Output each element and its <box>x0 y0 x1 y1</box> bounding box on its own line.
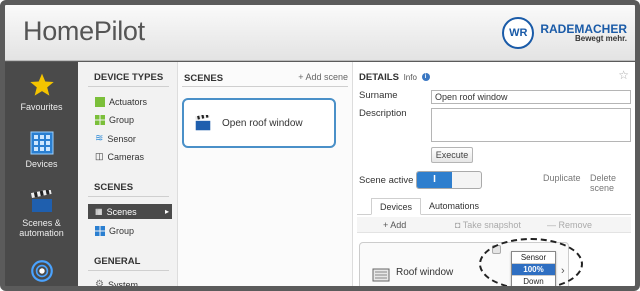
favourite-star-icon[interactable]: ☆ <box>618 68 629 82</box>
option-down[interactable]: Down <box>512 276 555 286</box>
description-label: Description <box>359 108 407 119</box>
main-nav: Favourites Devices Scenes & automation <box>5 62 78 286</box>
scene-active-toggle[interactable]: I <box>416 171 482 189</box>
nav-favourites[interactable]: Favourites <box>5 72 78 113</box>
nav-sensors[interactable] <box>5 258 78 286</box>
brand-logo: WR RADEMACHER Bewegt mehr. <box>502 17 627 49</box>
roof-window-icon <box>372 268 390 282</box>
device-types-title: DEVICE TYPES <box>94 72 164 83</box>
type-system-label: System <box>107 279 138 290</box>
type-scenes-label: Scenes <box>106 206 137 217</box>
camera-icon: ◫ <box>95 151 104 161</box>
remove-label: Remove <box>558 220 593 230</box>
type-scenes[interactable]: ▦ Scenes <box>88 204 172 219</box>
add-device-button[interactable]: + Add <box>383 220 406 230</box>
nav-favourites-label: Favourites <box>20 102 63 112</box>
type-actuators-label: Actuators <box>109 97 148 107</box>
remove-device-button[interactable]: — Remove <box>547 220 592 230</box>
app-window: HomePilot WR RADEMACHER Bewegt mehr. Fav… <box>0 0 640 291</box>
actuator-icon <box>95 97 105 107</box>
group-icon <box>95 115 105 125</box>
option-sensor[interactable]: Sensor <box>512 252 555 264</box>
sensor-icon <box>30 260 53 282</box>
group-icon <box>95 226 105 236</box>
scenes-title: SCENES <box>184 73 224 84</box>
type-sensor[interactable]: ≋ Sensor <box>95 133 136 144</box>
divider <box>182 86 348 87</box>
tab-automations[interactable]: Automations <box>421 198 487 215</box>
type-scene-group[interactable]: Group <box>95 226 134 236</box>
star-icon <box>29 73 54 96</box>
execute-button[interactable]: Execute <box>431 147 473 163</box>
gear-icon: ⚙ <box>95 279 104 290</box>
device-action-popup[interactable]: Sensor 100% Down <box>511 251 556 286</box>
brand-slogan: Bewegt mehr. <box>574 34 627 44</box>
scenes-section-title: SCENES <box>94 182 134 193</box>
type-sensor-label: Sensor <box>107 133 136 144</box>
scenes-panel: SCENES + Add scene Open roof window <box>178 62 353 286</box>
divider <box>88 270 169 271</box>
nav-scenes-label: Scenes & automation <box>19 218 64 238</box>
details-panel: DETAILS Info i ☆ Surname Open roof windo… <box>353 62 635 286</box>
tab-devices[interactable]: Devices <box>371 198 422 215</box>
type-actuators[interactable]: Actuators <box>95 97 147 107</box>
clapper-icon <box>30 190 52 212</box>
app-header: HomePilot WR RADEMACHER Bewegt mehr. <box>5 5 635 61</box>
nav-devices[interactable]: Devices <box>5 131 78 170</box>
toggle-on-knob: I <box>417 172 452 188</box>
type-scene-group-label: Group <box>109 226 135 236</box>
chevron-right-icon[interactable]: › <box>561 265 565 277</box>
devices-icon <box>30 131 53 155</box>
take-snapshot-button[interactable]: ◘ Take snapshot <box>455 220 521 230</box>
scene-card-label: Open roof window <box>222 117 303 129</box>
app-title: HomePilot <box>23 16 145 46</box>
device-name: Roof window <box>396 267 454 278</box>
clapper-icon: ▦ <box>95 207 103 216</box>
info-link[interactable]: Info <box>404 73 417 82</box>
divider <box>88 86 169 87</box>
scene-card[interactable]: Open roof window <box>182 98 336 148</box>
devices-toolbar: + Add ◘ Take snapshot — Remove <box>357 217 631 233</box>
scene-active-label: Scene active <box>359 175 414 186</box>
type-group[interactable]: Group <box>95 115 134 125</box>
divider <box>88 196 169 197</box>
nav-devices-label: Devices <box>25 159 58 169</box>
surname-input[interactable]: Open roof window <box>431 90 631 104</box>
details-title: DETAILS Info i <box>359 72 430 83</box>
details-tabs: Devices Automations <box>357 198 631 215</box>
details-title-text: DETAILS <box>359 72 399 83</box>
category-panel: DEVICE TYPES Actuators Group ≋ Sensor ◫ … <box>78 62 178 290</box>
add-scene-button[interactable]: + Add scene <box>298 72 348 82</box>
nav-scenes-automation[interactable]: Scenes & automation <box>5 190 78 239</box>
take-snapshot-label: Take snapshot <box>462 220 521 230</box>
wifi-icon: ≋ <box>95 133 104 144</box>
surname-label: Surname <box>359 90 398 101</box>
info-icon[interactable]: i <box>421 73 430 82</box>
duplicate-button[interactable]: Duplicate <box>543 173 581 183</box>
type-group-label: Group <box>109 115 135 125</box>
description-textarea[interactable] <box>431 108 631 142</box>
delete-scene-button[interactable]: Delete scene <box>590 173 635 193</box>
option-100-percent[interactable]: 100% <box>512 264 555 276</box>
camera-icon: ◘ <box>455 220 461 230</box>
minus-icon: — <box>547 220 556 230</box>
type-cameras[interactable]: ◫ Cameras <box>95 151 144 162</box>
clapper-icon <box>194 115 211 131</box>
type-system[interactable]: ⚙ System <box>95 279 138 290</box>
general-section-title: GENERAL <box>94 256 141 267</box>
type-cameras-label: Cameras <box>107 151 145 162</box>
rademacher-logo-icon: WR <box>502 17 535 49</box>
